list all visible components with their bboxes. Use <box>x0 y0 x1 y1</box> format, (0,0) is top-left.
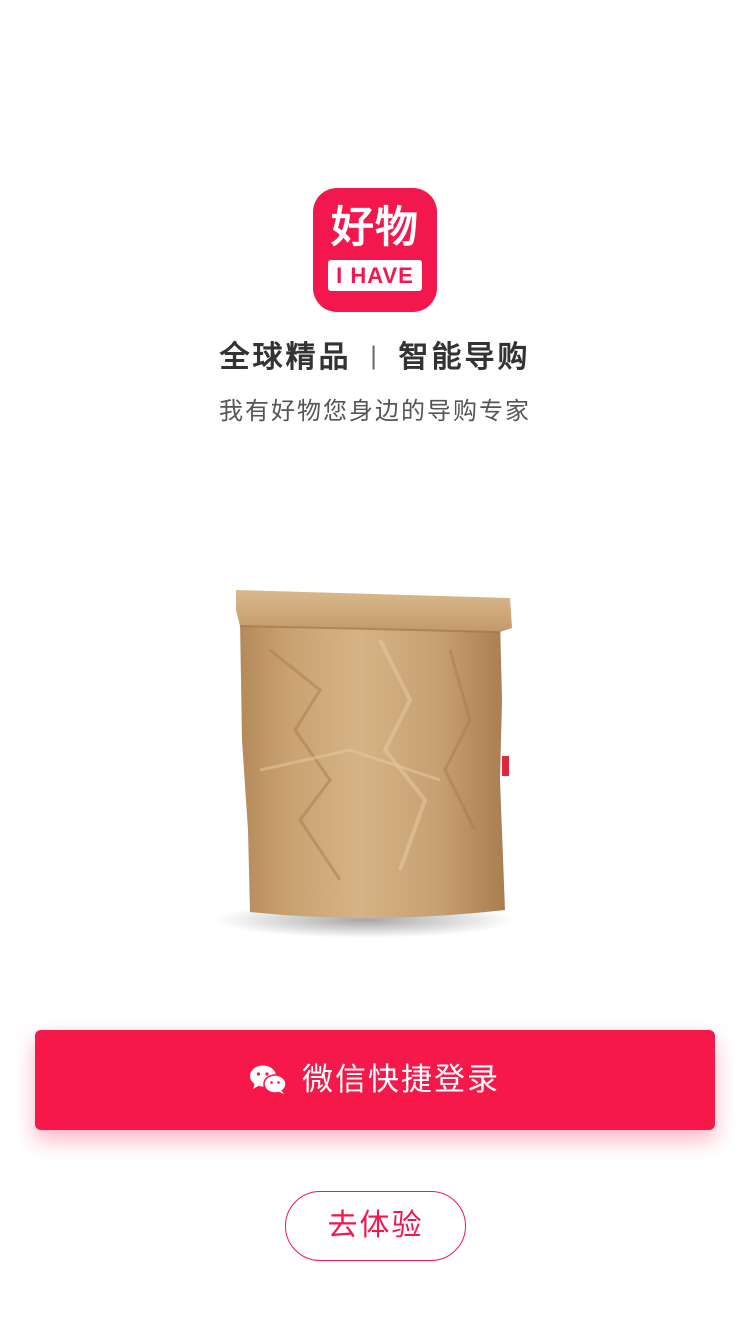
wechat-icon <box>250 1065 286 1094</box>
wechat-login-label: 微信快捷登录 <box>302 1062 500 1098</box>
subtitle: 我有好物您身边的导购专家 <box>219 397 531 425</box>
tagline-separator: | <box>369 342 381 370</box>
app-logo: 好物 I HAVE <box>313 188 437 312</box>
try-experience-button[interactable]: 去体验 <box>285 1191 466 1261</box>
tagline-right: 智能导购 <box>398 340 531 375</box>
tagline: 全球精品 | 智能导购 <box>0 338 750 378</box>
tagline-left: 全球精品 <box>219 340 352 375</box>
logo-text-en: I HAVE <box>328 260 422 291</box>
logo-text-cn: 好物 <box>331 203 419 253</box>
paper-bag-image <box>215 590 515 938</box>
wechat-login-button[interactable]: 微信快捷登录 <box>35 1030 715 1130</box>
